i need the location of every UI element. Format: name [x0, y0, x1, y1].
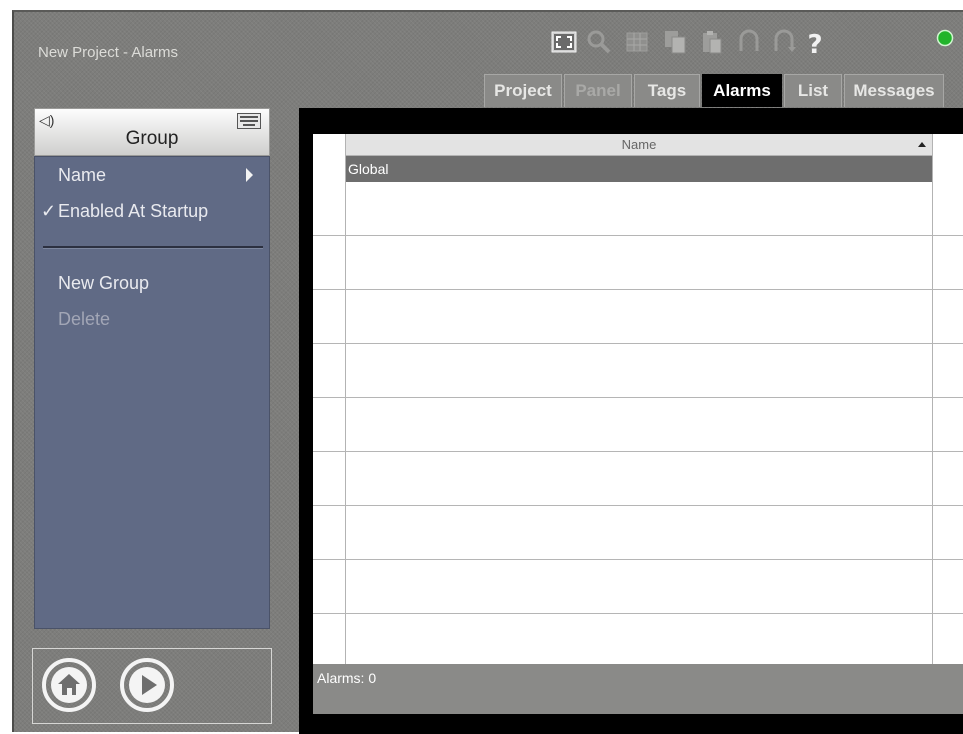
table-row[interactable]: [313, 236, 963, 290]
table-row[interactable]: [313, 452, 963, 506]
copy-icon: [662, 29, 688, 55]
home-icon: [42, 658, 96, 712]
table-row[interactable]: [313, 182, 963, 236]
menu-item-label: Delete: [58, 309, 111, 329]
alarm-group-table: Name Global: [313, 134, 963, 664]
menu-separator: [43, 246, 263, 249]
status-bar: Alarms: 0: [313, 664, 963, 714]
paste-icon: [699, 29, 725, 55]
app-window: New Project - Alarms ? Project Panel Tag…: [12, 10, 963, 734]
tab-list[interactable]: List: [784, 74, 842, 107]
help-icon[interactable]: ?: [804, 29, 826, 57]
submenu-arrow-icon: [246, 168, 253, 182]
tab-bar: Project Panel Tags Alarms List Messages: [484, 74, 946, 107]
menu-item-enabled-at-startup[interactable]: ✓ Enabled At Startup: [35, 196, 271, 226]
table-cell-name: [346, 506, 932, 559]
status-led-icon: [936, 29, 954, 55]
home-button[interactable]: [41, 657, 97, 713]
redo-icon: [771, 29, 797, 55]
table-row[interactable]: [313, 506, 963, 560]
bottom-bar: [32, 648, 272, 724]
svg-text:?: ?: [807, 30, 822, 57]
column-header-name[interactable]: Name: [346, 134, 932, 156]
sidebar-menu: Name ✓ Enabled At Startup New Group Dele…: [34, 156, 270, 629]
column-header-label: Name: [621, 137, 657, 152]
table-cell-name: [346, 560, 932, 613]
sidebar-title: Group: [125, 128, 179, 149]
table-cell-name: [346, 182, 932, 235]
table-row[interactable]: [313, 344, 963, 398]
table-row[interactable]: [313, 614, 963, 664]
grid-icon: [624, 29, 650, 55]
checkmark-icon: ✓: [41, 201, 57, 221]
tab-project[interactable]: Project: [484, 74, 562, 107]
table-row[interactable]: [313, 398, 963, 452]
table-cell-name: [346, 398, 932, 451]
play-button[interactable]: [119, 657, 175, 713]
table-row[interactable]: [313, 290, 963, 344]
tab-panel: Panel: [564, 74, 632, 107]
table-cell-name: [346, 614, 932, 664]
table-row[interactable]: [313, 560, 963, 614]
sort-ascending-icon: [918, 142, 926, 147]
menu-item-label: New Group: [58, 273, 150, 293]
back-icon[interactable]: ◁): [39, 112, 54, 129]
table-cell-name: [346, 452, 932, 505]
menu-item-name[interactable]: Name: [35, 160, 271, 190]
window-title: New Project - Alarms: [38, 44, 179, 61]
table-cell-name: [346, 344, 932, 397]
search-icon: [586, 29, 612, 55]
menu-item-label: Enabled At Startup: [58, 201, 209, 221]
menu-item-label: Name: [58, 165, 107, 185]
table-cell-name: Global: [346, 156, 932, 182]
grid-frame: Name Global Alarms: 0: [299, 108, 963, 734]
keyboard-icon[interactable]: [237, 113, 261, 129]
tab-messages[interactable]: Messages: [844, 74, 944, 107]
fullscreen-icon[interactable]: [551, 29, 577, 55]
table-row[interactable]: Global: [313, 156, 963, 182]
table-cell-name: [346, 236, 932, 289]
tab-tags[interactable]: Tags: [634, 74, 700, 107]
tab-alarms[interactable]: Alarms: [702, 74, 782, 107]
play-icon: [120, 658, 174, 712]
menu-item-delete: Delete: [35, 304, 271, 334]
menu-item-new-group[interactable]: New Group: [35, 268, 271, 298]
sidebar-header: ◁) Group: [34, 108, 270, 156]
table-cell-name: [346, 290, 932, 343]
undo-icon: [736, 29, 762, 55]
